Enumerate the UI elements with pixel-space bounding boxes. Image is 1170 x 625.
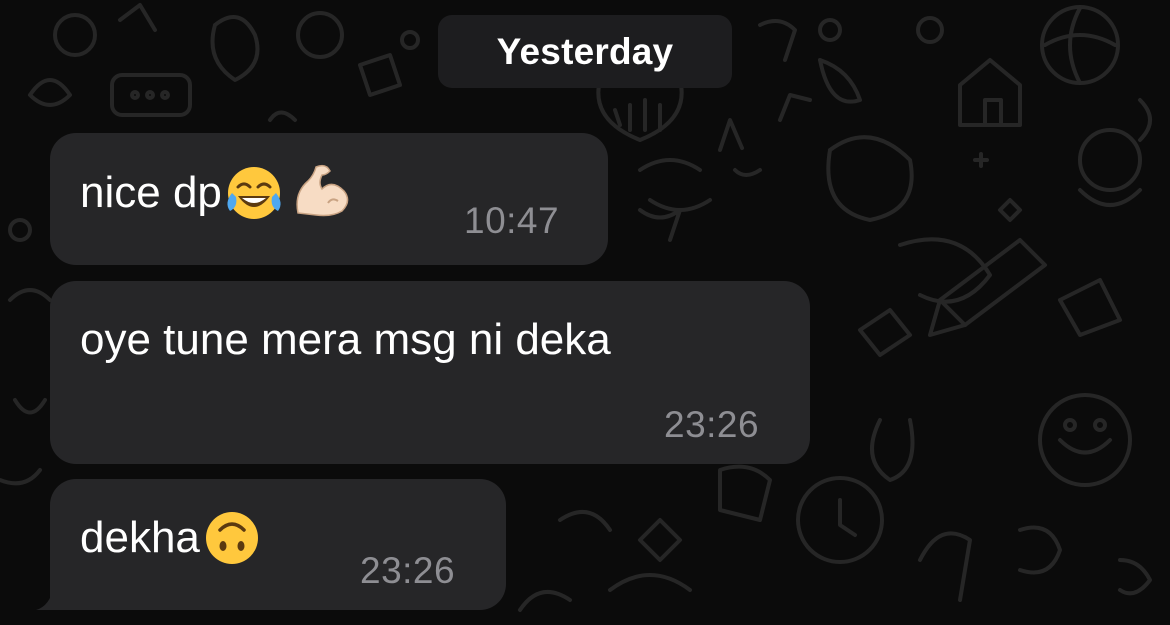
message-timestamp: 23:26 bbox=[664, 404, 760, 445]
bubble-tail bbox=[36, 586, 68, 610]
message-timestamp: 10:47 bbox=[464, 200, 560, 241]
message-text: oye tune mera msg ni deka bbox=[80, 315, 611, 364]
face-with-tears-of-joy-icon bbox=[224, 163, 284, 223]
upside-down-face-icon bbox=[202, 508, 262, 568]
chat-view[interactable]: Yesterday nice dp 10:47 oye tune mera ms… bbox=[0, 0, 1170, 625]
message-timestamp: 23:26 bbox=[360, 550, 456, 591]
message-text-row: nice dp bbox=[80, 163, 350, 223]
message-text: nice dp bbox=[80, 168, 222, 217]
date-separator-label: Yesterday bbox=[496, 30, 674, 72]
flexed-biceps-icon bbox=[290, 163, 350, 223]
date-separator: Yesterday bbox=[438, 15, 732, 88]
message-text-row: dekha bbox=[80, 508, 262, 568]
message-text: dekha bbox=[80, 513, 200, 562]
